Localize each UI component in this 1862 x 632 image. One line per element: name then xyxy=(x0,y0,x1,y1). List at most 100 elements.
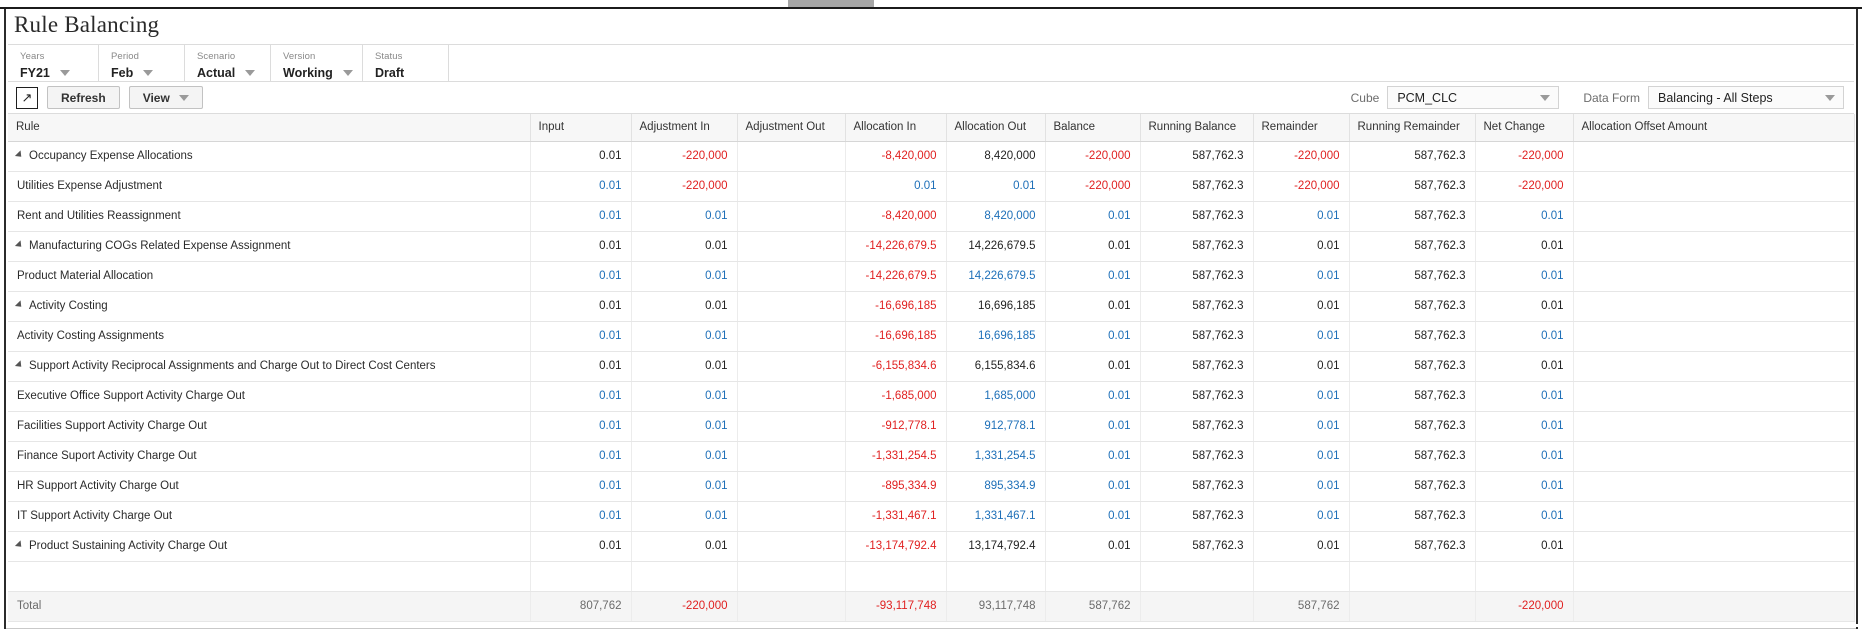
cell-net-change[interactable]: 0.01 xyxy=(1475,201,1574,232)
cell-allocation-offset-amount[interactable] xyxy=(1573,201,1855,232)
cell-adjustment-in[interactable]: 0.01 xyxy=(631,231,738,262)
cell-net-change[interactable]: 0.01 xyxy=(1475,231,1574,262)
col-header-running-balance[interactable]: Running Balance xyxy=(1140,114,1254,142)
cell-allocation-out[interactable]: 1,685,000 xyxy=(946,381,1046,412)
cell-adjustment-out[interactable] xyxy=(737,261,846,292)
cell-net-change[interactable]: 0.01 xyxy=(1475,531,1574,562)
cell-rule[interactable]: Facilities Support Activity Charge Out xyxy=(8,411,531,442)
cell-allocation-out[interactable]: 6,155,834.6 xyxy=(946,351,1046,382)
cell-adjustment-out[interactable] xyxy=(737,321,846,352)
table-row[interactable]: Utilities Expense Adjustment 0.01 -220,000… xyxy=(8,171,1855,202)
cell-allocation-offset-amount[interactable] xyxy=(1573,231,1855,262)
cell-rule[interactable]: Activity Costing xyxy=(8,291,531,322)
cell-balance[interactable]: 0.01 xyxy=(1045,441,1141,472)
cell-running-balance[interactable]: 587,762.3 xyxy=(1140,171,1254,202)
cell-adjustment-in[interactable]: 0.01 xyxy=(631,201,738,232)
cell-input[interactable]: 0.01 xyxy=(530,201,632,232)
cell-remainder[interactable]: 0.01 xyxy=(1253,381,1350,412)
cell-allocation-out[interactable]: 14,226,679.5 xyxy=(946,231,1046,262)
cell-adjustment-out[interactable] xyxy=(737,141,846,172)
cell-running-balance[interactable]: 587,762.3 xyxy=(1140,501,1254,532)
cell-adjustment-out[interactable] xyxy=(737,201,846,232)
cell-adjustment-in[interactable]: 0.01 xyxy=(631,381,738,412)
cell-remainder[interactable]: 0.01 xyxy=(1253,441,1350,472)
cell-allocation-out[interactable]: 8,420,000 xyxy=(946,201,1046,232)
col-header-net-change[interactable]: Net Change xyxy=(1475,114,1574,142)
cell-net-change[interactable]: 0.01 xyxy=(1475,321,1574,352)
cell-adjustment-out[interactable] xyxy=(737,351,846,382)
cell-running-balance[interactable]: 587,762.3 xyxy=(1140,381,1254,412)
cell-allocation-in[interactable]: -1,331,467.1 xyxy=(845,501,947,532)
pov-scenario[interactable]: Scenario Actual xyxy=(185,45,271,81)
cell-rule[interactable]: HR Support Activity Charge Out xyxy=(8,471,531,502)
cell-balance[interactable]: 0.01 xyxy=(1045,411,1141,442)
table-row[interactable]: Activity Costing 0.01 0.01 -16,696,185 16,69… xyxy=(8,291,1855,322)
cell-adjustment-out[interactable] xyxy=(737,381,846,412)
cell-balance[interactable]: 0.01 xyxy=(1045,531,1141,562)
cell-adjustment-in[interactable]: -220,000 xyxy=(631,171,738,202)
cell-rule[interactable]: Manufacturing COGs Related Expense Assig… xyxy=(8,231,531,262)
cell-running-remainder[interactable]: 587,762.3 xyxy=(1349,351,1476,382)
cell-running-balance[interactable]: 587,762.3 xyxy=(1140,471,1254,502)
dataform-select[interactable]: Balancing - All Steps xyxy=(1648,86,1844,109)
cell-running-remainder[interactable]: 587,762.3 xyxy=(1349,141,1476,172)
cell-running-remainder[interactable]: 587,762.3 xyxy=(1349,231,1476,262)
cell-allocation-in[interactable]: -912,778.1 xyxy=(845,411,947,442)
cell-input[interactable]: 0.01 xyxy=(530,291,632,322)
cell-allocation-in[interactable]: -1,331,254.5 xyxy=(845,441,947,472)
cell-balance[interactable]: 0.01 xyxy=(1045,351,1141,382)
cell-allocation-in[interactable]: -16,696,185 xyxy=(845,321,947,352)
cell-balance[interactable]: -220,000 xyxy=(1045,171,1141,202)
cell-running-balance[interactable]: 587,762.3 xyxy=(1140,201,1254,232)
cell-balance[interactable]: 0.01 xyxy=(1045,261,1141,292)
cell-input[interactable]: 0.01 xyxy=(530,531,632,562)
cell-running-remainder[interactable]: 587,762.3 xyxy=(1349,441,1476,472)
cell-running-remainder[interactable]: 587,762.3 xyxy=(1349,471,1476,502)
cell-adjustment-out[interactable] xyxy=(737,441,846,472)
cell-remainder[interactable]: -220,000 xyxy=(1253,171,1350,202)
cell-running-balance[interactable]: 587,762.3 xyxy=(1140,351,1254,382)
cell-allocation-out[interactable]: 0.01 xyxy=(946,171,1046,202)
cell-adjustment-out[interactable] xyxy=(737,291,846,322)
cell-adjustment-in[interactable]: 0.01 xyxy=(631,531,738,562)
cell-adjustment-out[interactable] xyxy=(737,231,846,262)
expand-collapse-icon[interactable] xyxy=(14,540,25,550)
table-row[interactable]: Facilities Support Activity Charge Out 0.… xyxy=(8,411,1855,442)
cell-net-change[interactable]: 0.01 xyxy=(1475,471,1574,502)
cell-input[interactable]: 0.01 xyxy=(530,501,632,532)
cell-adjustment-out[interactable] xyxy=(737,531,846,562)
cell-input[interactable]: 0.01 xyxy=(530,351,632,382)
expand-collapse-icon[interactable] xyxy=(14,360,25,370)
refresh-button[interactable]: Refresh xyxy=(47,86,120,109)
cell-adjustment-in[interactable]: -220,000 xyxy=(631,141,738,172)
cell-input[interactable]: 0.01 xyxy=(530,471,632,502)
cell-balance[interactable]: -220,000 xyxy=(1045,141,1141,172)
table-row[interactable]: IT Support Activity Charge Out 0.01 0.01 -1… xyxy=(8,501,1855,532)
cell-input[interactable]: 0.01 xyxy=(530,171,632,202)
cell-remainder[interactable]: 0.01 xyxy=(1253,231,1350,262)
cell-adjustment-in[interactable]: 0.01 xyxy=(631,501,738,532)
cell-allocation-offset-amount[interactable] xyxy=(1573,261,1855,292)
cell-rule[interactable]: Executive Office Support Activity Charge… xyxy=(8,381,531,412)
cell-adjustment-in[interactable]: 0.01 xyxy=(631,261,738,292)
col-header-balance[interactable]: Balance xyxy=(1045,114,1141,142)
cell-running-remainder[interactable]: 587,762.3 xyxy=(1349,201,1476,232)
col-header-adjustment-in[interactable]: Adjustment In xyxy=(631,114,738,142)
table-row[interactable]: Product Material Allocation 0.01 0.01 -14,2… xyxy=(8,261,1855,292)
col-header-running-remainder[interactable]: Running Remainder xyxy=(1349,114,1476,142)
table-row[interactable]: Rent and Utilities Reassignment 0.01 0.01-… xyxy=(8,201,1855,232)
cell-allocation-out[interactable]: 13,174,792.4 xyxy=(946,531,1046,562)
pov-period[interactable]: Period Feb xyxy=(99,45,185,81)
cell-running-balance[interactable]: 587,762.3 xyxy=(1140,231,1254,262)
cube-select[interactable]: PCM_CLC xyxy=(1387,86,1560,109)
expand-collapse-icon[interactable] xyxy=(14,300,25,310)
table-row[interactable]: Occupancy Expense Allocations 0.01 -220,00… xyxy=(8,141,1855,172)
cell-adjustment-in[interactable]: 0.01 xyxy=(631,291,738,322)
cell-net-change[interactable]: 0.01 xyxy=(1475,501,1574,532)
cell-allocation-out[interactable]: 8,420,000 xyxy=(946,141,1046,172)
chevron-down-icon[interactable] xyxy=(342,70,353,76)
cell-allocation-offset-amount[interactable] xyxy=(1573,291,1855,322)
cell-adjustment-out[interactable] xyxy=(737,501,846,532)
col-header-remainder[interactable]: Remainder xyxy=(1253,114,1350,142)
cell-balance[interactable]: 0.01 xyxy=(1045,381,1141,412)
